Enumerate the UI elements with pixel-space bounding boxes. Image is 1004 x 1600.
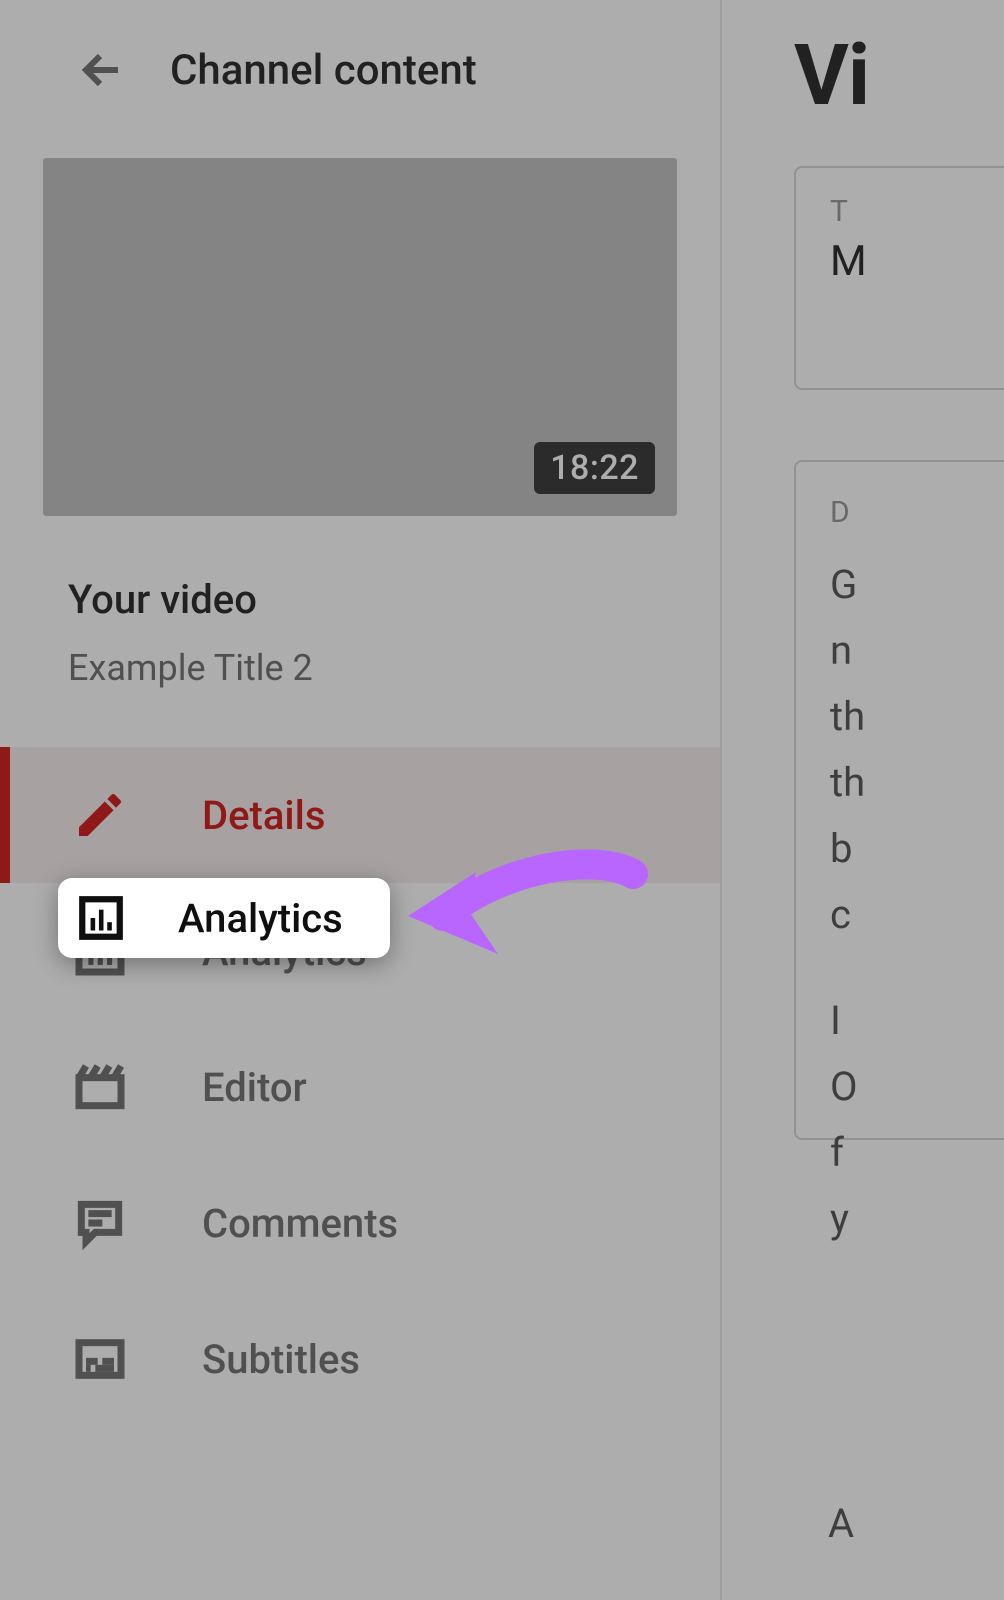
sidebar-item-subtitles[interactable]: Subtitles [0,1291,720,1427]
highlight-analytics[interactable]: Analytics [58,878,390,958]
sidebar-item-comments[interactable]: Comments [0,1155,720,1291]
description-para-2: IOfy [830,988,1004,1252]
arrow-left-icon [78,46,126,94]
video-section-label: Your video [68,576,720,623]
title-field-label: T [830,194,1004,229]
video-title: Example Title 2 [68,647,720,689]
main-content: Vi T M D Gnththbc IOfy A [724,0,1004,1600]
title-field[interactable]: T M [794,166,1004,390]
clapperboard-icon [72,1059,128,1115]
annotation-arrow [398,844,658,984]
nav-label-subtitles: Subtitles [202,1336,360,1383]
subtitles-icon [72,1331,128,1387]
page-title: Channel content [170,46,477,95]
description-para-1: Gnththbc [830,552,1004,948]
nav-label-editor: Editor [202,1064,307,1111]
video-thumbnail[interactable]: 18:22 [43,158,677,516]
sidebar-header: Channel content [0,0,720,98]
video-meta: Your video Example Title 2 [0,516,720,689]
video-duration-badge: 18:22 [534,442,655,494]
analytics-icon [76,893,126,943]
description-field[interactable]: D Gnththbc IOfy [794,460,1004,1140]
sidebar-item-editor[interactable]: Editor [0,1019,720,1155]
description-field-label: D [830,488,1004,538]
back-button[interactable] [74,42,130,98]
nav-label-details: Details [202,792,325,839]
comment-icon [72,1195,128,1251]
below-text: A [828,1500,854,1547]
nav-label-comments: Comments [202,1200,398,1247]
title-field-value: M [830,237,1004,286]
highlight-label: Analytics [178,895,343,942]
main-heading: Vi [794,26,869,125]
pencil-icon [72,787,128,843]
sidebar: Channel content 18:22 Your video Example… [0,0,722,1600]
